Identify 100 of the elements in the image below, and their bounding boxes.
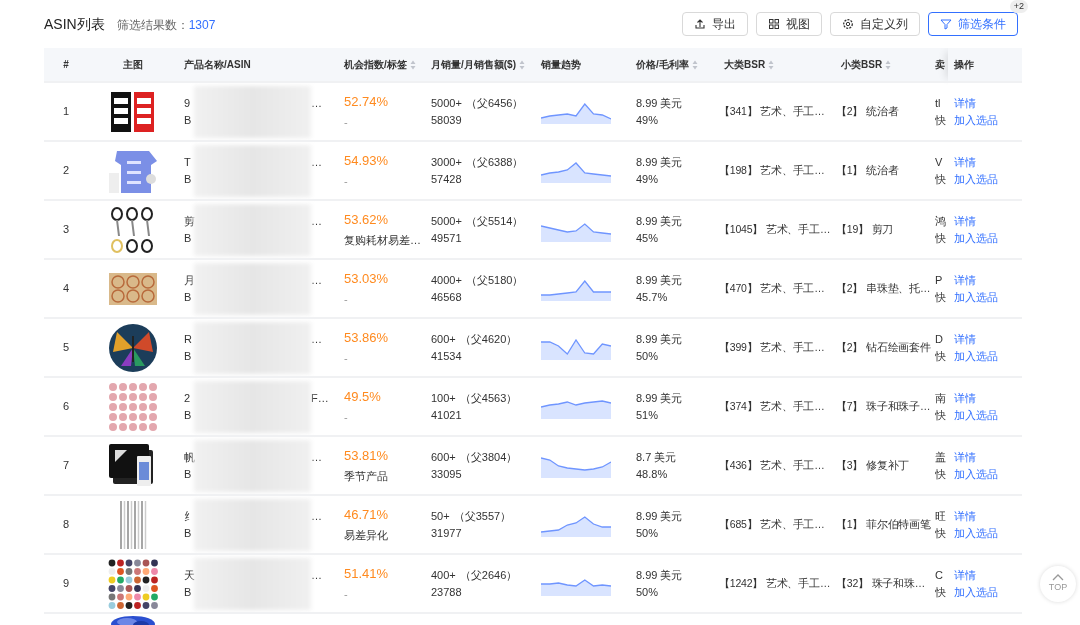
product-name: 2 bbox=[184, 390, 192, 406]
action-link[interactable]: 加入选品 bbox=[954, 583, 998, 601]
monthly-sales: 50+ bbox=[431, 508, 450, 524]
asin: B bbox=[184, 525, 193, 541]
toolbar-button[interactable]: 视图 bbox=[756, 12, 822, 36]
action-link[interactable]: 详情 bbox=[954, 566, 976, 584]
subcategory-bsr: 【2】 统治者 bbox=[836, 104, 899, 117]
back-to-top-button[interactable]: TOP bbox=[1040, 566, 1076, 602]
product-name: 天 bbox=[184, 567, 194, 583]
opportunity-index: 49.5% bbox=[344, 387, 382, 405]
row-number: 6 bbox=[62, 400, 70, 413]
action-link[interactable]: 加入选品 bbox=[954, 111, 998, 129]
asin: B bbox=[184, 584, 193, 600]
product-name: … bbox=[311, 332, 322, 345]
seller-text: V bbox=[935, 154, 944, 170]
toolbar-button[interactable]: 筛选条件 bbox=[928, 12, 1018, 36]
parent-sales: （父3557） bbox=[453, 508, 512, 524]
monthly-revenue: 41021 bbox=[431, 407, 463, 423]
action-link[interactable]: 加入选品 bbox=[954, 170, 998, 188]
product-name: … bbox=[311, 568, 322, 581]
seller-text: 鸿 bbox=[935, 213, 947, 229]
seller-text: 快 bbox=[935, 525, 947, 541]
product-name: … bbox=[311, 96, 322, 109]
column-header[interactable]: 大类BSR bbox=[718, 48, 835, 82]
product-name: … bbox=[311, 214, 322, 227]
product-name: … bbox=[311, 155, 322, 168]
profit-margin: 50% bbox=[636, 584, 660, 600]
action-link[interactable]: 详情 bbox=[954, 330, 976, 348]
action-link[interactable]: 详情 bbox=[954, 271, 976, 289]
row-number: 4 bbox=[62, 282, 70, 295]
action-link[interactable]: 详情 bbox=[954, 389, 976, 407]
seller-text: 盖 bbox=[935, 449, 947, 465]
column-header[interactable]: 价格/毛利率 bbox=[630, 48, 718, 82]
product-name: R bbox=[184, 331, 193, 347]
profit-margin: 49% bbox=[636, 171, 660, 187]
opportunity-index: 53.81% bbox=[344, 446, 390, 464]
category-bsr: 【436】 艺术、手工… bbox=[719, 458, 825, 471]
sales-trend-chart bbox=[541, 280, 611, 302]
category-bsr: 【399】 艺术、手工… bbox=[719, 340, 825, 353]
price: 8.99 美元 bbox=[636, 390, 684, 406]
action-link[interactable]: 加入选品 bbox=[954, 406, 998, 424]
profit-margin: 48.8% bbox=[636, 466, 669, 482]
opportunity-index: 53.62% bbox=[344, 210, 390, 228]
action-link[interactable]: 加入选品 bbox=[954, 288, 998, 306]
action-link[interactable]: 详情 bbox=[954, 212, 976, 230]
product-tag: 季节产品 bbox=[344, 467, 419, 485]
monthly-sales: 4000+ bbox=[431, 272, 462, 288]
parent-sales: （父4620） bbox=[459, 331, 518, 347]
product-name: … bbox=[311, 450, 322, 463]
monthly-revenue: 58039 bbox=[431, 112, 463, 128]
column-header: 操作 bbox=[948, 48, 1022, 82]
price: 8.99 美元 bbox=[636, 213, 684, 229]
product-tag: - bbox=[344, 349, 419, 367]
seller-text: 南 bbox=[935, 390, 947, 406]
action-link[interactable]: 详情 bbox=[954, 153, 976, 171]
column-header: 卖 bbox=[935, 48, 948, 82]
product-name: … bbox=[311, 509, 322, 522]
profit-margin: 45.7% bbox=[636, 289, 669, 305]
profit-margin: 50% bbox=[636, 525, 660, 541]
price: 8.99 美元 bbox=[636, 331, 684, 347]
sort-icon bbox=[409, 60, 416, 71]
sales-trend-chart bbox=[541, 457, 611, 479]
action-link[interactable]: 加入选品 bbox=[954, 229, 998, 247]
action-link[interactable]: 详情 bbox=[954, 448, 976, 466]
action-link[interactable]: 加入选品 bbox=[954, 524, 998, 542]
toolbar-button[interactable]: 导出 bbox=[682, 12, 748, 36]
parent-sales: （父2646） bbox=[459, 567, 518, 583]
seller-text: 快 bbox=[935, 289, 947, 305]
opportunity-index: 46.71% bbox=[344, 505, 390, 523]
sales-trend-chart bbox=[541, 339, 611, 361]
column-header[interactable]: 月销量/月销售额($) bbox=[425, 48, 535, 82]
action-link[interactable]: 详情 bbox=[954, 94, 976, 112]
profit-margin: 51% bbox=[636, 407, 660, 423]
asin: B bbox=[184, 348, 193, 364]
monthly-revenue: 23788 bbox=[431, 584, 463, 600]
toolbar-button[interactable]: 自定义列 bbox=[830, 12, 920, 36]
monthly-revenue: 31977 bbox=[431, 525, 463, 541]
monthly-sales: 600+ bbox=[431, 449, 456, 465]
sales-trend-chart bbox=[541, 400, 611, 420]
row-number: 2 bbox=[62, 164, 70, 177]
settings-icon bbox=[842, 18, 854, 30]
row-number: 8 bbox=[62, 518, 70, 531]
column-header[interactable]: 小类BSR bbox=[835, 48, 935, 82]
column-header[interactable]: 机会指数/标签 bbox=[338, 48, 425, 82]
action-link[interactable]: 加入选品 bbox=[954, 465, 998, 483]
sales-trend-chart bbox=[541, 162, 611, 184]
action-link[interactable]: 加入选品 bbox=[954, 347, 998, 365]
product-name: … bbox=[311, 273, 322, 286]
action-link[interactable]: 详情 bbox=[954, 507, 976, 525]
column-header: # bbox=[44, 48, 88, 82]
monthly-revenue: 57428 bbox=[431, 171, 463, 187]
price: 8.99 美元 bbox=[636, 508, 684, 524]
monthly-revenue: 46568 bbox=[431, 289, 463, 305]
product-name: 月 bbox=[184, 272, 194, 288]
result-count: 1307 bbox=[188, 17, 216, 32]
row-number: 1 bbox=[62, 105, 70, 118]
asin: B bbox=[184, 112, 193, 128]
opportunity-index: 52.74% bbox=[344, 92, 390, 110]
product-name: 帆 bbox=[184, 449, 194, 465]
seller-text: 快 bbox=[935, 348, 947, 364]
